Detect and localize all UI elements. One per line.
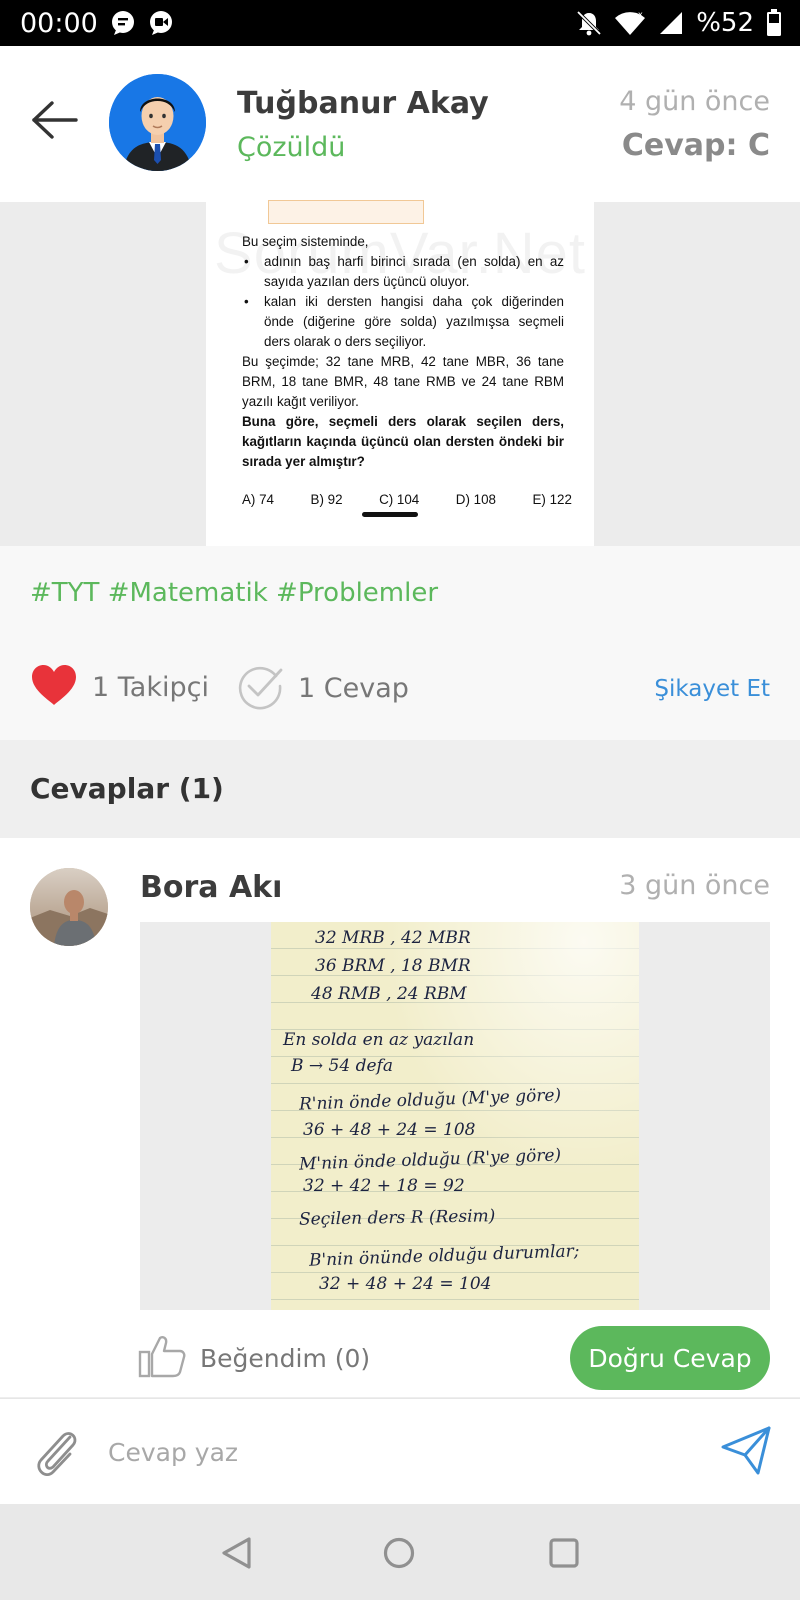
message-icon xyxy=(110,10,136,36)
system-nav-bar xyxy=(0,1504,800,1600)
signal-icon xyxy=(658,10,684,36)
correct-answer-button[interactable]: Doğru Cevap xyxy=(570,1326,770,1390)
thumbs-up-icon xyxy=(138,1334,186,1382)
followers-count: 1 Takipçi xyxy=(92,671,209,703)
option-c: C) 104 xyxy=(379,492,420,507)
question-text: Bu seçim sisteminde, adının baş harfi bi… xyxy=(242,232,564,472)
answer-card: Bora Akı 3 gün önce 32 MRB , 42 MBR 36 B… xyxy=(0,838,800,1398)
question-options: A) 74 B) 92 C) 104 D) 108 E) 122 xyxy=(242,492,572,507)
like-count: Beğendim (0) xyxy=(200,1343,371,1373)
answer-underline-mark xyxy=(362,512,418,517)
back-button[interactable] xyxy=(28,96,80,148)
question-intro: Bu seçim sisteminde, xyxy=(242,234,369,249)
send-icon[interactable] xyxy=(720,1425,772,1477)
report-link[interactable]: Şikayet Et xyxy=(654,676,770,702)
nav-back-icon[interactable] xyxy=(220,1536,252,1570)
correct-answer-label: Cevap: C xyxy=(621,128,770,163)
question-bullet: kalan iki dersten hangisi daha çok diğer… xyxy=(242,292,564,352)
question-header: Tuğbanur Akay Çözüldü 4 gün önce Cevap: … xyxy=(0,46,800,202)
nav-recent-icon[interactable] xyxy=(549,1538,579,1568)
wifi-icon: x xyxy=(614,10,646,36)
svg-text:x: x xyxy=(638,10,643,19)
answerer-avatar[interactable] xyxy=(30,868,108,946)
option-a: A) 74 xyxy=(242,492,275,507)
asker-name[interactable]: Tuğbanur Akay xyxy=(237,86,489,121)
like-button[interactable]: Beğendim (0) xyxy=(138,1334,370,1382)
answer-image[interactable]: 32 MRB , 42 MBR 36 BRM , 18 BMR 48 RMB ,… xyxy=(271,922,639,1310)
paperclip-icon[interactable] xyxy=(32,1427,80,1479)
handwriting-line: 36 BRM , 18 BMR xyxy=(315,956,471,976)
question-image[interactable]: SorumVar.Net Bu seçim sisteminde, adının… xyxy=(206,200,594,546)
handwriting-line: En solda en az yazılan xyxy=(283,1030,475,1050)
question-paragraph: Bu şeçimde; 32 tane MRB, 42 tane MBR, 36… xyxy=(242,354,564,409)
mute-icon xyxy=(576,10,602,36)
question-time: 4 gün önce xyxy=(619,86,770,117)
follow-button[interactable]: 1 Takipçi xyxy=(30,664,209,710)
answer-time: 3 gün önce xyxy=(619,870,770,901)
answer-image-container[interactable]: 32 MRB , 42 MBR 36 BRM , 18 BMR 48 RMB ,… xyxy=(140,922,770,1310)
answers-count: 1 Cevap xyxy=(298,672,409,704)
question-meta: #TYT #Matematik #Problemler 1 Takipçi 1 … xyxy=(0,546,800,740)
handwriting-line: 36 + 48 + 24 = 108 xyxy=(303,1120,476,1140)
answerer-name[interactable]: Bora Akı xyxy=(140,870,282,905)
handwriting-line: Seçilen ders R (Resim) xyxy=(298,1206,496,1230)
status-right: x %52 xyxy=(576,8,782,38)
status-time: 00:00 xyxy=(20,7,98,39)
reply-input[interactable] xyxy=(108,1429,688,1475)
check-circle-icon xyxy=(236,662,284,714)
status-bar: 00:00 x %52 xyxy=(0,0,800,46)
nav-home-icon[interactable] xyxy=(383,1537,415,1569)
heart-icon xyxy=(30,664,78,710)
back-arrow-icon xyxy=(30,100,78,144)
asker-avatar[interactable] xyxy=(109,74,206,171)
handwriting-line: B → 54 defa xyxy=(291,1056,393,1076)
solved-status: Çözüldü xyxy=(237,132,346,163)
answers-header: Cevaplar (1) xyxy=(0,740,800,838)
answers-count-button[interactable]: 1 Cevap xyxy=(236,662,409,714)
handwriting-line: 32 MRB , 42 MBR xyxy=(315,928,471,948)
question-image-container[interactable]: SorumVar.Net Bu seçim sisteminde, adının… xyxy=(0,200,800,546)
battery-level: %52 xyxy=(696,8,754,38)
question-prompt: Buna göre, seçmeli ders olarak seçilen d… xyxy=(242,414,564,469)
handwriting-line: 32 + 48 + 24 = 104 xyxy=(319,1274,492,1294)
video-call-icon xyxy=(148,10,174,36)
battery-icon xyxy=(766,9,782,37)
option-b: B) 92 xyxy=(310,492,343,507)
option-d: D) 108 xyxy=(455,492,496,507)
status-left: 00:00 xyxy=(20,8,174,39)
option-e: E) 122 xyxy=(532,492,572,507)
answers-title: Cevaplar (1) xyxy=(30,772,224,805)
tags[interactable]: #TYT #Matematik #Problemler xyxy=(30,578,438,608)
handwriting-line: 48 RMB , 24 RBM xyxy=(311,984,467,1004)
question-bullet: adının baş harfi birinci sırada (en sold… xyxy=(242,252,564,292)
reply-bar xyxy=(0,1398,800,1504)
handwriting-line: 32 + 42 + 18 = 92 xyxy=(303,1176,465,1196)
